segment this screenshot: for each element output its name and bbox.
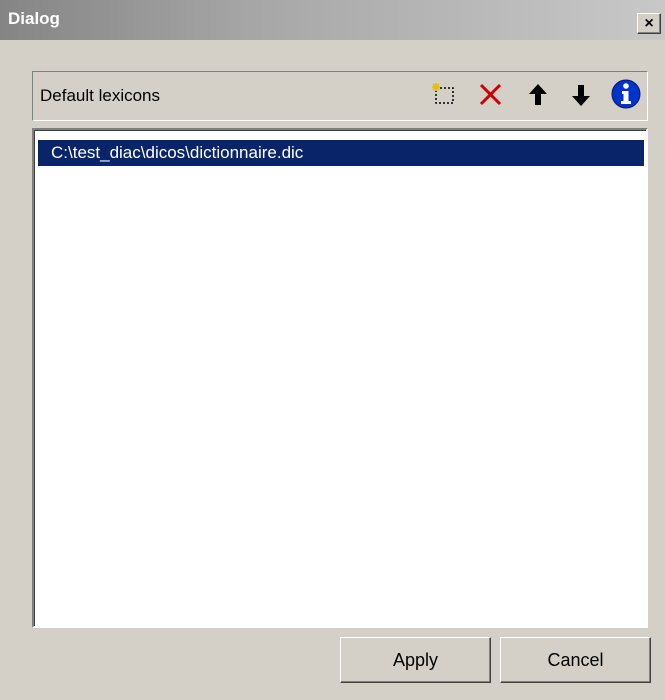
list-item-label: C:\test_diac\dicos\dictionnaire.dic	[51, 143, 304, 162]
info-icon[interactable]	[610, 77, 642, 111]
close-button[interactable]: ×	[637, 13, 661, 34]
title-bar[interactable]: Dialog ×	[0, 0, 665, 40]
move-up-icon[interactable]	[523, 80, 553, 110]
window-title: Dialog	[8, 9, 60, 28]
lexicon-toolbar: Default lexicons	[32, 71, 648, 121]
close-icon: ×	[644, 14, 654, 32]
toolbar-label: Default lexicons	[40, 86, 161, 105]
lexicon-list[interactable]: C:\test_diac\dicos\dictionnaire.dic	[32, 128, 648, 628]
move-down-icon[interactable]	[566, 80, 596, 110]
apply-button-label: Apply	[392, 649, 439, 670]
new-entry-icon[interactable]	[430, 80, 460, 110]
delete-icon[interactable]	[476, 80, 506, 110]
cancel-button-label: Cancel	[547, 649, 604, 670]
list-item[interactable]: C:\test_diac\dicos\dictionnaire.dic	[38, 140, 644, 166]
dialog-window: Dialog × Default lexicons C:\test_diac\d…	[0, 0, 665, 700]
apply-button[interactable]: Apply	[340, 637, 491, 683]
cancel-button[interactable]: Cancel	[500, 637, 651, 683]
